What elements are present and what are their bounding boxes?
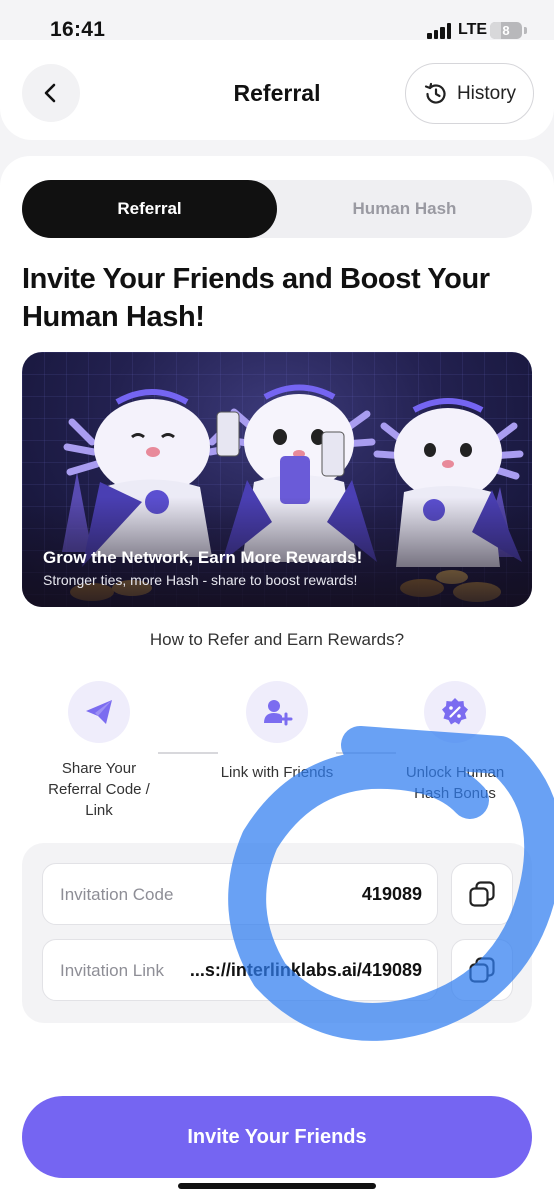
banner-subtitle: Stronger ties, more Hash - share to boos… — [43, 572, 358, 588]
step-2-label: Link with Friends — [220, 764, 334, 781]
invitation-link-label: Invitation Link — [60, 961, 164, 980]
tab-referral[interactable]: Referral — [22, 180, 277, 238]
signal-icon — [427, 23, 453, 39]
invite-friends-button[interactable]: Invite Your Friends — [22, 1096, 532, 1178]
referral-screen: 16:41 LTE 8 Referral History Referral Hu… — [0, 0, 554, 1200]
step-connector-1 — [158, 752, 218, 754]
step-1-label: Share Your Referral Code / Link — [48, 760, 150, 819]
copy-code-button[interactable] — [451, 863, 513, 925]
history-icon — [424, 82, 446, 104]
invitation-link-field[interactable]: Invitation Link ...s://interlinklabs.ai/… — [42, 939, 438, 1001]
step-2-icon-circle — [246, 681, 308, 743]
copy-icon — [469, 957, 495, 983]
network-type: LTE — [458, 21, 488, 38]
banner-title: Grow the Network, Earn More Rewards! — [43, 548, 363, 567]
history-label: History — [456, 82, 517, 104]
invitation-code-field[interactable]: Invitation Code 419089 — [42, 863, 438, 925]
discount-badge-icon — [442, 698, 468, 725]
paper-plane-icon — [86, 700, 112, 724]
invitation-code-label: Invitation Code — [60, 885, 174, 904]
header-bar: Referral History — [0, 40, 554, 140]
add-user-icon — [264, 700, 293, 726]
home-indicator — [178, 1183, 376, 1189]
history-button[interactable]: History — [405, 63, 534, 124]
tab-bar: Referral Human Hash — [22, 180, 532, 238]
step-3-icon-circle — [424, 681, 486, 743]
step-1-icon-circle — [68, 681, 130, 743]
invitation-code-value: 419089 — [361, 884, 422, 904]
page-headline: Invite Your Friends and Boost Your Human… — [22, 263, 490, 333]
step-connector-2 — [336, 752, 396, 754]
copy-link-button[interactable] — [451, 939, 513, 1001]
promo-banner: Grow the Network, Earn More Rewards! Str… — [22, 352, 532, 607]
status-time: 16:41 — [50, 18, 106, 41]
tab-human-hash[interactable]: Human Hash — [277, 180, 532, 238]
step-3-label: Unlock Human Hash Bonus — [405, 764, 505, 802]
copy-icon — [469, 881, 495, 907]
invitation-link-value: ...s://interlinklabs.ai/419089 — [189, 960, 422, 980]
battery-level-text: 8 — [502, 23, 510, 38]
battery-icon: 8 — [490, 22, 522, 39]
how-to-title: How to Refer and Earn Rewards? — [149, 630, 405, 649]
